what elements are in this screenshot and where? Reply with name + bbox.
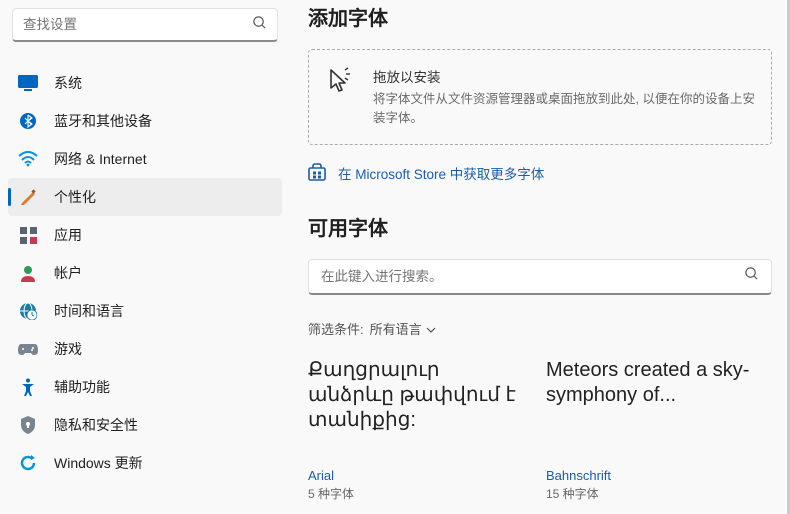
sidebar-item-system[interactable]: 系统: [8, 64, 282, 102]
sidebar-item-label: 网络 & Internet: [54, 149, 147, 169]
sidebar: 系统 蓝牙和其他设备 网络 & Internet 个性化 应用 帐户: [0, 0, 290, 514]
sidebar-item-apps[interactable]: 应用: [8, 216, 282, 254]
store-icon: [308, 163, 326, 184]
font-preview: Meteors created a sky-symphony of...: [546, 358, 766, 458]
sidebar-item-accessibility[interactable]: 辅助功能: [8, 368, 282, 406]
sidebar-item-personalize[interactable]: 个性化: [8, 178, 282, 216]
search-icon: [744, 266, 759, 286]
sidebar-item-accounts[interactable]: 帐户: [8, 254, 282, 292]
sidebar-item-label: 个性化: [54, 187, 96, 207]
search-icon: [252, 15, 267, 35]
font-name: Arial: [308, 468, 528, 483]
filter-value: 所有语言: [370, 319, 422, 338]
filter-label: 筛选条件:: [308, 319, 364, 338]
font-search-input[interactable]: [321, 269, 744, 284]
sidebar-item-label: 时间和语言: [54, 301, 124, 321]
available-fonts-title: 可用字体: [308, 212, 772, 241]
privacy-icon: [18, 415, 38, 435]
font-search[interactable]: [308, 259, 772, 295]
font-drop-area[interactable]: 拖放以安装 将字体文件从文件资源管理器或桌面拖放到此处, 以便在你的设备上安装字…: [308, 49, 772, 145]
drop-cursor-icon: [325, 66, 357, 98]
sidebar-item-label: 辅助功能: [54, 377, 110, 397]
ms-store-fonts-link[interactable]: 在 Microsoft Store 中获取更多字体: [308, 163, 772, 184]
font-preview: Քաղցրալուր անձրևը թափվում է տանիքից:: [308, 358, 528, 458]
accessibility-icon: [18, 377, 38, 397]
sidebar-item-update[interactable]: Windows 更新: [8, 444, 282, 482]
time-lang-icon: [18, 301, 38, 321]
chevron-down-icon: [426, 321, 436, 336]
accounts-icon: [18, 263, 38, 283]
sidebar-item-bluetooth[interactable]: 蓝牙和其他设备: [8, 102, 282, 140]
system-icon: [18, 73, 38, 93]
sidebar-item-label: 隐私和安全性: [54, 415, 138, 435]
font-name: Bahnschrift: [546, 468, 766, 483]
settings-search[interactable]: [12, 8, 278, 42]
settings-search-input[interactable]: [23, 17, 252, 32]
drop-subtitle: 将字体文件从文件资源管理器或桌面拖放到此处, 以便在你的设备上安装字体。: [373, 90, 757, 128]
sidebar-item-privacy[interactable]: 隐私和安全性: [8, 406, 282, 444]
font-cards: Քաղցրալուր անձրևը թափվում է տանիքից: Ari…: [308, 358, 772, 502]
sidebar-item-time-language[interactable]: 时间和语言: [8, 292, 282, 330]
font-count: 15 种字体: [546, 485, 766, 502]
personalize-icon: [18, 187, 38, 207]
update-icon: [18, 453, 38, 473]
font-count: 5 种字体: [308, 485, 528, 502]
drop-title: 拖放以安装: [373, 66, 757, 86]
wifi-icon: [18, 149, 38, 169]
filter-language-dropdown[interactable]: 所有语言: [370, 319, 436, 338]
store-link-label: 在 Microsoft Store 中获取更多字体: [338, 163, 544, 183]
font-card-arial[interactable]: Քաղցրալուր անձրևը թափվում է տանիքից: Ari…: [308, 358, 528, 502]
sidebar-item-label: 应用: [54, 225, 82, 245]
sidebar-item-label: 帐户: [54, 263, 82, 283]
bluetooth-icon: [18, 111, 38, 131]
add-fonts-title: 添加字体: [308, 2, 772, 31]
gaming-icon: [18, 339, 38, 359]
apps-icon: [18, 225, 38, 245]
sidebar-item-label: 蓝牙和其他设备: [54, 111, 152, 131]
sidebar-item-gaming[interactable]: 游戏: [8, 330, 282, 368]
sidebar-item-label: 游戏: [54, 339, 82, 359]
font-card-bahnschrift[interactable]: Meteors created a sky-symphony of... Bah…: [546, 358, 766, 502]
filter-row: 筛选条件: 所有语言: [308, 319, 772, 338]
sidebar-item-label: Windows 更新: [54, 453, 143, 473]
sidebar-item-network[interactable]: 网络 & Internet: [8, 140, 282, 178]
sidebar-item-label: 系统: [54, 73, 82, 93]
main-content: 添加字体 拖放以安装 将字体文件从文件资源管理器或桌面拖放到此处, 以便在你的设…: [290, 0, 790, 514]
